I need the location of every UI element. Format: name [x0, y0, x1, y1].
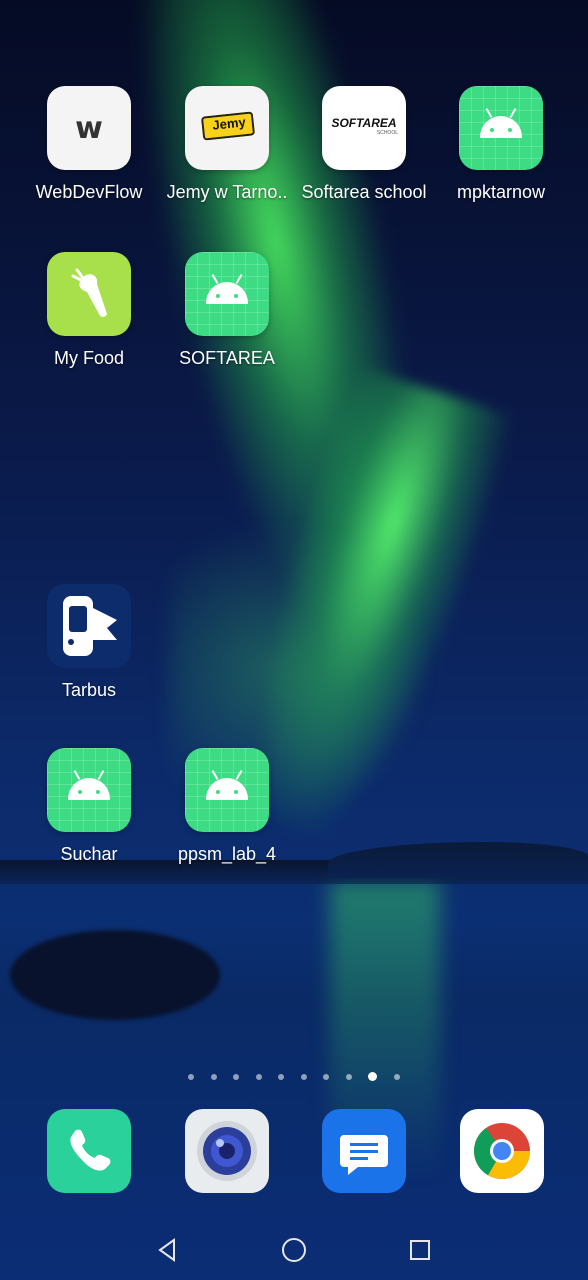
messages-icon[interactable]	[322, 1109, 406, 1193]
app-label: Jemy w Tarno..	[166, 182, 288, 202]
app-label: SOFTAREA	[179, 348, 275, 368]
softarea-logo-text: SOFTAREA	[331, 116, 397, 130]
page-dot[interactable]	[323, 1073, 330, 1080]
phone-icon[interactable]	[47, 1109, 131, 1193]
android-icon	[185, 748, 269, 832]
app-ppsm-lab-4[interactable]: ppsm_lab_4	[158, 748, 296, 888]
chrome-icon[interactable]	[460, 1109, 544, 1193]
app-jemy-w-tarnowie[interactable]: Jemy Jemy w Tarno..	[158, 86, 296, 226]
app-label: WebDevFlow	[35, 182, 143, 202]
page-dot[interactable]	[188, 1073, 195, 1080]
android-head	[206, 274, 248, 304]
app-tarbus[interactable]: Tarbus	[20, 584, 158, 724]
page-dot[interactable]	[210, 1073, 217, 1080]
app-mpktarnow[interactable]: mpktarnow	[432, 86, 570, 226]
navigation-bar	[0, 1210, 588, 1280]
app-label: mpktarnow	[456, 182, 546, 202]
app-softarea[interactable]: SOFTAREA	[158, 252, 296, 392]
carrot-svg	[71, 268, 107, 317]
back-icon[interactable]	[148, 1230, 188, 1270]
jemy-icon: Jemy	[185, 86, 269, 170]
page-dot[interactable]	[233, 1073, 240, 1080]
android-head	[68, 770, 110, 800]
island	[10, 930, 220, 1020]
home-icon[interactable]	[274, 1230, 314, 1270]
webdevflow-icon: w	[47, 86, 131, 170]
camera-icon[interactable]	[185, 1109, 269, 1193]
app-suchar[interactable]: Suchar	[20, 748, 158, 888]
android-icon	[185, 252, 269, 336]
app-label: My Food	[53, 348, 125, 368]
page-dot[interactable]	[255, 1073, 262, 1080]
camera-svg	[197, 1121, 257, 1181]
page-dot[interactable]	[300, 1073, 307, 1080]
recents-icon[interactable]	[400, 1230, 440, 1270]
chrome-svg	[474, 1123, 530, 1179]
app-label: ppsm_lab_4	[177, 844, 277, 864]
app-label: Softarea school	[301, 182, 427, 202]
page-dot[interactable]	[345, 1073, 352, 1080]
webdevflow-logo: w	[75, 110, 103, 146]
app-label: Tarbus	[61, 680, 117, 700]
app-my-food[interactable]: My Food	[20, 252, 158, 392]
page-dot[interactable]	[393, 1073, 400, 1080]
tarbus-svg	[63, 596, 117, 656]
page-indicator[interactable]	[0, 1068, 588, 1084]
softarea-sub-text: SCHOOL	[376, 130, 398, 136]
app-label: Suchar	[60, 844, 118, 864]
app-webdevflow[interactable]: w WebDevFlow	[20, 86, 158, 226]
android-head	[480, 108, 522, 138]
softarea-school-icon: SOFTAREA SCHOOL	[322, 86, 406, 170]
carrot-icon	[47, 252, 131, 336]
phone-svg	[70, 1129, 111, 1171]
page-dot[interactable]	[278, 1073, 285, 1080]
page-dot-active[interactable]	[368, 1072, 378, 1082]
android-icon	[459, 86, 543, 170]
android-head	[206, 770, 248, 800]
android-icon	[47, 748, 131, 832]
app-softarea-school[interactable]: SOFTAREA SCHOOL Softarea school	[295, 86, 433, 226]
messages-svg	[340, 1135, 388, 1175]
bus-icon	[47, 584, 131, 668]
